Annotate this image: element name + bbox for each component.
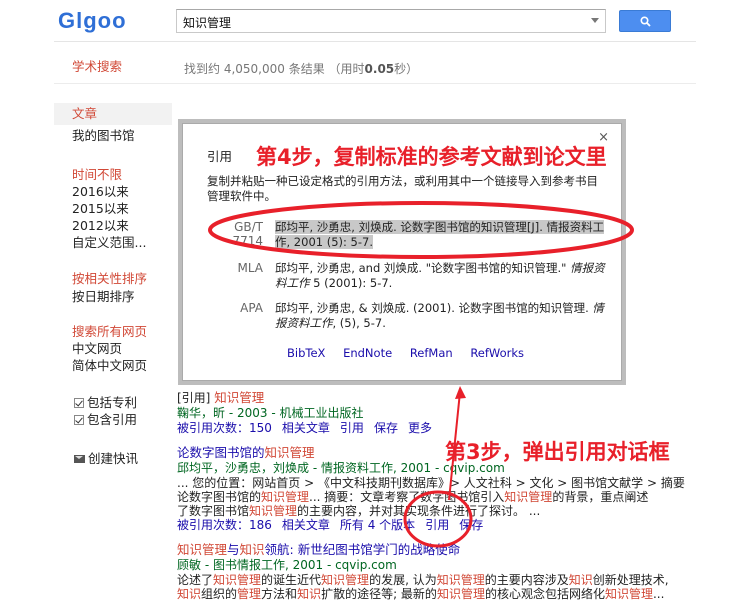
include-citations-checkbox[interactable]: 包含引用: [74, 412, 137, 428]
subheader-divider: [54, 83, 696, 84]
related-articles-link[interactable]: 相关文章: [282, 518, 330, 532]
result-3-snippet-2: 知识组织的管理方法和知识扩散的途径等; 最新的知识管理的核心观念包括网络化知识管…: [177, 587, 665, 600]
result-1-links: 被引用次数：150 相关文章 引用 保存 更多: [177, 421, 432, 435]
annotation-step3: 第3步，弹出引用对话框: [445, 440, 670, 464]
cite-link[interactable]: 引用: [340, 421, 364, 435]
result-2-title[interactable]: 论数字图书馆的知识管理: [177, 446, 315, 460]
result-count: 找到约 4,050,000 条结果 （用时0.05秒）: [184, 62, 419, 76]
header-divider: [54, 41, 696, 42]
result-1-title[interactable]: 知识管理: [214, 390, 264, 405]
include-patents-checkbox[interactable]: 包括专利: [74, 395, 137, 411]
result-3-authors: 顾敏 - 图书情报工作, 2001 - cqvip.com: [177, 558, 397, 572]
cited-by-link[interactable]: 被引用次数：186: [177, 518, 272, 532]
sidebar-item-search-all[interactable]: 搜索所有网页: [72, 324, 147, 340]
result-3-snippet-1: 论述了知识管理的诞生近代知识管理的发展, 认为知识管理的主要内容涉及知识创新处理…: [177, 573, 669, 587]
save-link[interactable]: 保存: [459, 518, 483, 532]
sidebar-item-chinese-pages[interactable]: 中文网页: [72, 341, 122, 357]
result-2-snippet-1: ... 您的位置：网站首页 > 《中文科技期刊数据库》> 人文社科 > 文化 >…: [177, 476, 685, 490]
cite-dialog-title: 引用: [207, 149, 233, 164]
cite-text-gb[interactable]: 邱均平, 沙勇忠, 刘焕成. 论数字图书馆的知识管理[J]. 情报资料工作, 2…: [275, 220, 605, 250]
search-input-value: 知识管理: [183, 16, 232, 30]
result-1-title-line: [引用] 知识管理: [177, 390, 265, 406]
result-1-authors: 鞠华，昕 - 2003 - 机械工业出版社: [177, 406, 364, 420]
export-refman-link[interactable]: RefMan: [410, 346, 453, 360]
annotation-step4: 第4步，复制标准的参考文献到论文里: [256, 145, 607, 169]
sidebar-item-since-2015[interactable]: 2015以来: [72, 201, 129, 217]
result-2-snippet-2: 论数字图书馆的知识管理... 摘要：文章考察了数字图书馆引入知识管理的背景，重点…: [177, 490, 649, 504]
checkbox-checked-icon[interactable]: [74, 398, 84, 408]
versions-link[interactable]: 所有 4 个版本: [340, 518, 415, 532]
search-icon: [640, 16, 651, 27]
sidebar-item-simplified-pages[interactable]: 简体中文网页: [72, 358, 147, 374]
more-link[interactable]: 更多: [408, 421, 432, 435]
related-articles-link[interactable]: 相关文章: [282, 421, 330, 435]
cite-dialog-description: 复制并粘贴一种已设定格式的引用方法，或利用其中一个链接导入到参考书目管理软件中。: [207, 174, 598, 203]
search-button[interactable]: [619, 10, 671, 32]
export-refworks-link[interactable]: RefWorks: [470, 346, 524, 360]
checkbox-checked-icon[interactable]: [74, 415, 84, 425]
cite-text-apa[interactable]: 邱均平, 沙勇忠, & 刘焕成. (2001). 论数字图书馆的知识管理. 情报…: [275, 301, 605, 331]
sidebar-item-sort-date[interactable]: 按日期排序: [72, 289, 135, 305]
cite-format-apa: APA: [240, 301, 263, 315]
create-alert-link[interactable]: 创建快讯: [74, 451, 138, 467]
scholar-title[interactable]: 学术搜索: [72, 56, 122, 75]
sidebar-item-custom-range[interactable]: 自定义范围...: [72, 235, 146, 251]
cite-format-mla: MLA: [237, 261, 263, 275]
save-link[interactable]: 保存: [374, 421, 398, 435]
header: Glgoo 知识管理: [0, 0, 750, 44]
arrow-head-icon: [455, 386, 466, 399]
logo[interactable]: Glgoo: [58, 8, 127, 34]
chevron-down-icon[interactable]: [591, 18, 599, 23]
sidebar-item-article[interactable]: 文章: [72, 106, 97, 122]
envelope-icon: [74, 455, 85, 463]
sidebar-item-my-library[interactable]: 我的图书馆: [72, 128, 135, 144]
sidebar-item-since-2016[interactable]: 2016以来: [72, 184, 129, 200]
result-2-links: 被引用次数：186 相关文章 所有 4 个版本 引用 保存: [177, 518, 483, 532]
cited-by-link[interactable]: 被引用次数：150: [177, 421, 272, 435]
export-bibtex-link[interactable]: BibTeX: [287, 346, 325, 360]
export-links: BibTeX EndNote RefMan RefWorks: [287, 346, 538, 360]
cite-format-gb: GB/T 7714: [232, 220, 263, 248]
sidebar-item-since-2012[interactable]: 2012以来: [72, 218, 129, 234]
cite-text-mla[interactable]: 邱均平, 沙勇忠, and 刘焕成. "论数字图书馆的知识管理." 情报资料工作…: [275, 261, 605, 291]
sidebar-item-sort-relevance[interactable]: 按相关性排序: [72, 271, 147, 287]
search-input[interactable]: 知识管理: [176, 9, 606, 33]
cite-link[interactable]: 引用: [425, 518, 449, 532]
export-endnote-link[interactable]: EndNote: [343, 346, 392, 360]
result-3-title[interactable]: 知识管理与知识领航: 新世纪图书馆学门的战略使命: [177, 543, 460, 557]
sidebar-item-time-any[interactable]: 时间不限: [72, 167, 122, 183]
result-2-snippet-3: 了数字图书馆知识管理的主要内容，并对其实现条件进行了探讨。 ...: [177, 504, 541, 518]
